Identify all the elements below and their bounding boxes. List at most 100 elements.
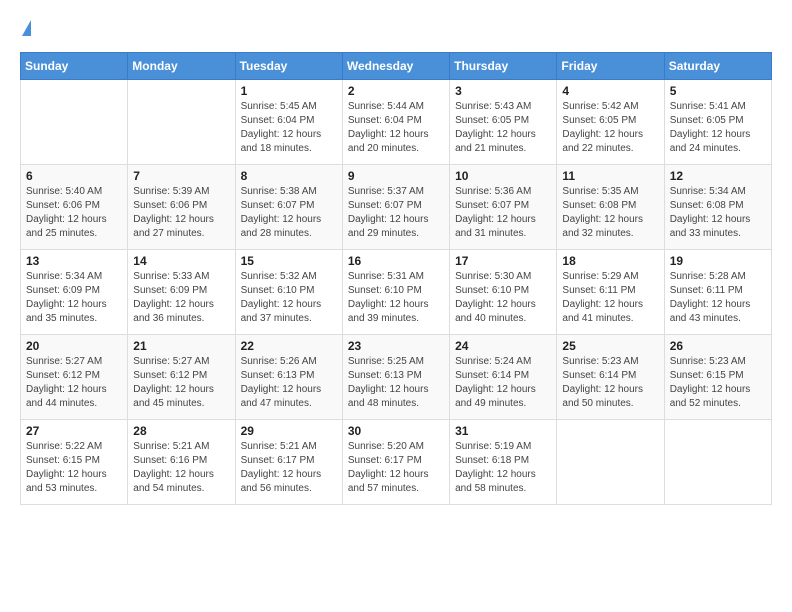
day-info: Sunrise: 5:31 AM Sunset: 6:10 PM Dayligh… xyxy=(348,270,444,326)
day-info: Sunrise: 5:44 AM Sunset: 6:04 PM Dayligh… xyxy=(348,100,444,156)
weekday-header-tuesday: Tuesday xyxy=(235,53,342,80)
day-info: Sunrise: 5:37 AM Sunset: 6:07 PM Dayligh… xyxy=(348,185,444,241)
day-cell xyxy=(557,420,664,505)
day-cell xyxy=(128,80,235,165)
day-cell: 29 Sunrise: 5:21 AM Sunset: 6:17 PM Dayli… xyxy=(235,420,342,505)
week-row-2: 6 Sunrise: 5:40 AM Sunset: 6:06 PM Daylig… xyxy=(21,165,772,250)
weekday-header-wednesday: Wednesday xyxy=(342,53,449,80)
day-number: 7 xyxy=(133,169,229,183)
day-number: 13 xyxy=(26,254,122,268)
logo-triangle-icon xyxy=(22,20,31,36)
day-info: Sunrise: 5:45 AM Sunset: 6:04 PM Dayligh… xyxy=(241,100,337,156)
day-info: Sunrise: 5:38 AM Sunset: 6:07 PM Dayligh… xyxy=(241,185,337,241)
day-number: 25 xyxy=(562,339,658,353)
day-cell xyxy=(664,420,771,505)
day-cell: 20 Sunrise: 5:27 AM Sunset: 6:12 PM Dayli… xyxy=(21,335,128,420)
day-info: Sunrise: 5:23 AM Sunset: 6:15 PM Dayligh… xyxy=(670,355,766,411)
day-info: Sunrise: 5:27 AM Sunset: 6:12 PM Dayligh… xyxy=(133,355,229,411)
day-cell: 18Sunrise: 5:29 AM Sunset: 6:11 PM Dayli… xyxy=(557,250,664,335)
day-number: 10 xyxy=(455,169,551,183)
day-info: Sunrise: 5:34 AM Sunset: 6:08 PM Dayligh… xyxy=(670,185,766,241)
day-number: 31 xyxy=(455,424,551,438)
day-cell: 13 Sunrise: 5:34 AM Sunset: 6:09 PM Dayli… xyxy=(21,250,128,335)
day-info: Sunrise: 5:21 AM Sunset: 6:17 PM Dayligh… xyxy=(241,440,337,496)
week-row-1: 1 Sunrise: 5:45 AM Sunset: 6:04 PM Daylig… xyxy=(21,80,772,165)
day-number: 11 xyxy=(562,169,658,183)
day-info: Sunrise: 5:35 AM Sunset: 6:08 PM Dayligh… xyxy=(562,185,658,241)
day-number: 9 xyxy=(348,169,444,183)
day-number: 20 xyxy=(26,339,122,353)
day-cell: 22 Sunrise: 5:26 AM Sunset: 6:13 PM Dayli… xyxy=(235,335,342,420)
day-info: Sunrise: 5:26 AM Sunset: 6:13 PM Dayligh… xyxy=(241,355,337,411)
day-info: Sunrise: 5:27 AM Sunset: 6:12 PM Dayligh… xyxy=(26,355,122,411)
day-cell: 24 Sunrise: 5:24 AM Sunset: 6:14 PM Dayli… xyxy=(450,335,557,420)
day-cell: 16 Sunrise: 5:31 AM Sunset: 6:10 PM Dayli… xyxy=(342,250,449,335)
weekday-header-monday: Monday xyxy=(128,53,235,80)
day-number: 28 xyxy=(133,424,229,438)
day-number: 29 xyxy=(241,424,337,438)
day-info: Sunrise: 5:22 AM Sunset: 6:15 PM Dayligh… xyxy=(26,440,122,496)
day-info: Sunrise: 5:34 AM Sunset: 6:09 PM Dayligh… xyxy=(26,270,122,326)
day-info: Sunrise: 5:36 AM Sunset: 6:07 PM Dayligh… xyxy=(455,185,551,241)
day-number: 15 xyxy=(241,254,337,268)
day-cell xyxy=(21,80,128,165)
day-number: 16 xyxy=(348,254,444,268)
weekday-header-row: SundayMondayTuesdayWednesdayThursdayFrid… xyxy=(21,53,772,80)
day-cell: 26Sunrise: 5:23 AM Sunset: 6:15 PM Dayli… xyxy=(664,335,771,420)
day-cell: 30Sunrise: 5:20 AM Sunset: 6:17 PM Dayli… xyxy=(342,420,449,505)
day-number: 22 xyxy=(241,339,337,353)
calendar-table: SundayMondayTuesdayWednesdayThursdayFrid… xyxy=(20,52,772,505)
day-number: 3 xyxy=(455,84,551,98)
day-info: Sunrise: 5:24 AM Sunset: 6:14 PM Dayligh… xyxy=(455,355,551,411)
day-cell: 7 Sunrise: 5:39 AM Sunset: 6:06 PM Daylig… xyxy=(128,165,235,250)
day-info: Sunrise: 5:39 AM Sunset: 6:06 PM Dayligh… xyxy=(133,185,229,241)
day-cell: 27Sunrise: 5:22 AM Sunset: 6:15 PM Dayli… xyxy=(21,420,128,505)
day-number: 12 xyxy=(670,169,766,183)
week-row-3: 13 Sunrise: 5:34 AM Sunset: 6:09 PM Dayli… xyxy=(21,250,772,335)
day-cell: 12 Sunrise: 5:34 AM Sunset: 6:08 PM Dayli… xyxy=(664,165,771,250)
day-number: 6 xyxy=(26,169,122,183)
day-number: 18 xyxy=(562,254,658,268)
day-number: 5 xyxy=(670,84,766,98)
weekday-header-friday: Friday xyxy=(557,53,664,80)
day-cell: 9 Sunrise: 5:37 AM Sunset: 6:07 PM Daylig… xyxy=(342,165,449,250)
day-info: Sunrise: 5:21 AM Sunset: 6:16 PM Dayligh… xyxy=(133,440,229,496)
day-number: 24 xyxy=(455,339,551,353)
day-info: Sunrise: 5:43 AM Sunset: 6:05 PM Dayligh… xyxy=(455,100,551,156)
day-cell: 8 Sunrise: 5:38 AM Sunset: 6:07 PM Daylig… xyxy=(235,165,342,250)
week-row-5: 27Sunrise: 5:22 AM Sunset: 6:15 PM Dayli… xyxy=(21,420,772,505)
day-cell: 19Sunrise: 5:28 AM Sunset: 6:11 PM Dayli… xyxy=(664,250,771,335)
weekday-header-saturday: Saturday xyxy=(664,53,771,80)
day-cell: 14Sunrise: 5:33 AM Sunset: 6:09 PM Dayli… xyxy=(128,250,235,335)
day-info: Sunrise: 5:25 AM Sunset: 6:13 PM Dayligh… xyxy=(348,355,444,411)
day-info: Sunrise: 5:30 AM Sunset: 6:10 PM Dayligh… xyxy=(455,270,551,326)
day-cell: 15 Sunrise: 5:32 AM Sunset: 6:10 PM Dayli… xyxy=(235,250,342,335)
day-number: 4 xyxy=(562,84,658,98)
weekday-header-thursday: Thursday xyxy=(450,53,557,80)
week-row-4: 20 Sunrise: 5:27 AM Sunset: 6:12 PM Dayli… xyxy=(21,335,772,420)
day-info: Sunrise: 5:41 AM Sunset: 6:05 PM Dayligh… xyxy=(670,100,766,156)
day-info: Sunrise: 5:40 AM Sunset: 6:06 PM Dayligh… xyxy=(26,185,122,241)
day-info: Sunrise: 5:42 AM Sunset: 6:05 PM Dayligh… xyxy=(562,100,658,156)
day-cell: 28 Sunrise: 5:21 AM Sunset: 6:16 PM Dayli… xyxy=(128,420,235,505)
day-cell: 3 Sunrise: 5:43 AM Sunset: 6:05 PM Daylig… xyxy=(450,80,557,165)
day-number: 21 xyxy=(133,339,229,353)
day-info: Sunrise: 5:19 AM Sunset: 6:18 PM Dayligh… xyxy=(455,440,551,496)
day-number: 1 xyxy=(241,84,337,98)
header xyxy=(20,20,772,36)
day-cell: 11 Sunrise: 5:35 AM Sunset: 6:08 PM Dayli… xyxy=(557,165,664,250)
day-cell: 25 Sunrise: 5:23 AM Sunset: 6:14 PM Dayli… xyxy=(557,335,664,420)
day-info: Sunrise: 5:32 AM Sunset: 6:10 PM Dayligh… xyxy=(241,270,337,326)
day-cell: 1 Sunrise: 5:45 AM Sunset: 6:04 PM Daylig… xyxy=(235,80,342,165)
day-info: Sunrise: 5:23 AM Sunset: 6:14 PM Dayligh… xyxy=(562,355,658,411)
day-cell: 31 Sunrise: 5:19 AM Sunset: 6:18 PM Dayli… xyxy=(450,420,557,505)
day-number: 17 xyxy=(455,254,551,268)
day-cell: 6 Sunrise: 5:40 AM Sunset: 6:06 PM Daylig… xyxy=(21,165,128,250)
logo xyxy=(20,20,31,36)
day-cell: 4 Sunrise: 5:42 AM Sunset: 6:05 PM Daylig… xyxy=(557,80,664,165)
day-number: 8 xyxy=(241,169,337,183)
day-cell: 23Sunrise: 5:25 AM Sunset: 6:13 PM Dayli… xyxy=(342,335,449,420)
day-info: Sunrise: 5:33 AM Sunset: 6:09 PM Dayligh… xyxy=(133,270,229,326)
weekday-header-sunday: Sunday xyxy=(21,53,128,80)
day-info: Sunrise: 5:20 AM Sunset: 6:17 PM Dayligh… xyxy=(348,440,444,496)
